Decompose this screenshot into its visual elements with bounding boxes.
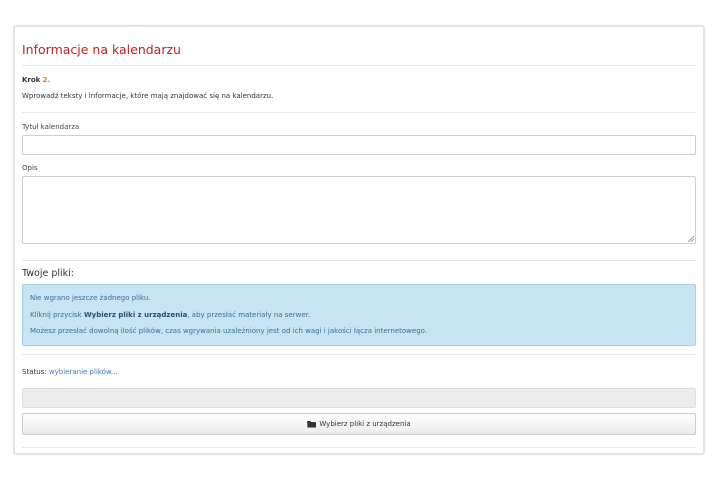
status-value: wybieranie plików... (48, 368, 118, 376)
panel-body: Informacje na kalendarzu Krok 2. Wprowad… (22, 27, 696, 453)
info-upload-note: Możesz przesłać dowolną ilość plików, cz… (30, 327, 428, 335)
step-number: 2. (42, 76, 51, 84)
folder-open-icon (307, 420, 316, 428)
calendar-title-input[interactable] (22, 135, 696, 155)
info-instruction: Kliknij przycisk Wybierz pliki z urządze… (30, 311, 310, 319)
description-textarea[interactable] (22, 176, 696, 244)
divider (22, 112, 696, 113)
info-instruction-post: , aby przesłać materiały na serwer. (187, 311, 311, 319)
status-label: Status: (22, 368, 47, 376)
choose-files-button[interactable]: Wybierz pliki z urządzenia (22, 413, 696, 435)
divider (22, 65, 696, 66)
files-info-alert: Nie wgrano jeszcze żadnego pliku. Klikni… (22, 284, 696, 346)
divider (22, 260, 696, 261)
upload-status: Status: wybieranie plików... (22, 368, 118, 376)
info-button-name: Wybierz pliki z urządzenia (83, 311, 188, 319)
divider (22, 447, 696, 448)
files-heading: Twoje pliki: (22, 268, 74, 279)
step-instruction: Wprowadź teksty i informacje, które mają… (22, 92, 274, 100)
calendar-info-panel: Informacje na kalendarzu Krok 2. Wprowad… (13, 25, 705, 455)
step-indicator: Krok 2. (22, 76, 50, 84)
resize-handle-icon[interactable] (688, 236, 694, 242)
divider (22, 354, 696, 355)
info-instruction-pre: Kliknij przycisk (30, 311, 82, 319)
description-label: Opis (22, 164, 38, 172)
panel-title: Informacje na kalendarzu (22, 42, 181, 57)
choose-files-label: Wybierz pliki z urządzenia (319, 420, 411, 428)
upload-progress-bar (22, 388, 696, 408)
calendar-title-label: Tytuł kalendarza (22, 123, 80, 131)
step-label: Krok (22, 76, 41, 84)
info-no-files: Nie wgrano jeszcze żadnego pliku. (30, 294, 151, 302)
